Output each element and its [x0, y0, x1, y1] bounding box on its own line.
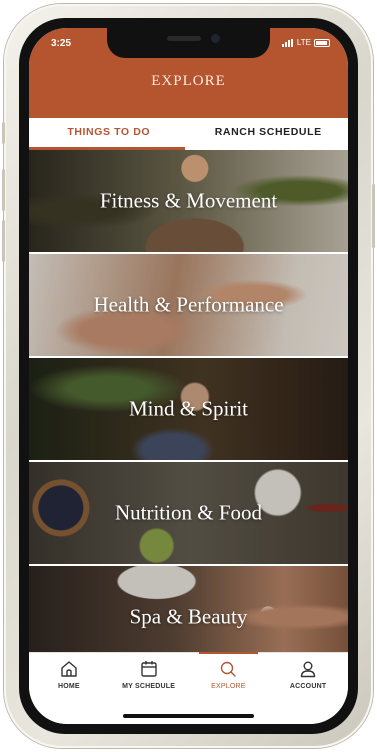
- home-indicator: [123, 714, 254, 718]
- speaker-grille: [167, 36, 201, 41]
- tabbar-home[interactable]: HOME: [29, 653, 109, 724]
- power-button: [372, 184, 375, 248]
- phone-frame: 3:25 LTE EXPLORE THINGS TO DO RANCH SCHE…: [2, 4, 375, 748]
- app-header: 3:25 LTE EXPLORE: [29, 28, 348, 118]
- status-icons: LTE: [281, 38, 330, 47]
- phone-bezel: 3:25 LTE EXPLORE THINGS TO DO RANCH SCHE…: [19, 18, 358, 734]
- app-screen: 3:25 LTE EXPLORE THINGS TO DO RANCH SCHE…: [29, 28, 348, 724]
- volume-up-button: [2, 169, 5, 211]
- category-label: Spa & Beauty: [129, 604, 248, 629]
- tabbar-label: HOME: [57, 683, 80, 690]
- battery-icon: [314, 38, 330, 47]
- signal-icon: [281, 38, 294, 47]
- tabbar-label: EXPLORE: [211, 683, 246, 690]
- category-label: Nutrition & Food: [114, 500, 262, 525]
- segment-tabs: THINGS TO DO RANCH SCHEDULE: [29, 118, 348, 150]
- calendar-icon: [140, 661, 157, 677]
- status-time: 3:25: [51, 38, 72, 49]
- user-icon: [300, 661, 316, 678]
- category-mind-spirit[interactable]: Mind & Spirit: [29, 358, 348, 462]
- volume-down-button: [2, 220, 5, 262]
- tabbar-label: MY SCHEDULE: [122, 683, 176, 690]
- home-icon: [61, 661, 77, 677]
- category-health-performance[interactable]: Health & Performance: [29, 254, 348, 358]
- silent-switch: [2, 122, 5, 144]
- category-list: Fitness & Movement Health & Performance …: [29, 150, 348, 670]
- notch: [107, 28, 270, 58]
- category-fitness-movement[interactable]: Fitness & Movement: [29, 150, 348, 254]
- tab-things-to-do[interactable]: THINGS TO DO: [29, 118, 189, 150]
- category-nutrition-food[interactable]: Nutrition & Food: [29, 462, 348, 566]
- category-label: Mind & Spirit: [128, 396, 249, 421]
- tabbar-label: ACCOUNT: [289, 683, 327, 690]
- front-camera: [211, 34, 220, 43]
- category-label: Health & Performance: [93, 292, 284, 317]
- lte-icon: LTE: [296, 38, 311, 47]
- tab-ranch-schedule[interactable]: RANCH SCHEDULE: [189, 118, 349, 150]
- category-label: Fitness & Movement: [99, 188, 278, 213]
- page-title: EXPLORE: [151, 73, 226, 89]
- tabbar-account[interactable]: ACCOUNT: [268, 653, 348, 724]
- search-icon: [221, 661, 237, 677]
